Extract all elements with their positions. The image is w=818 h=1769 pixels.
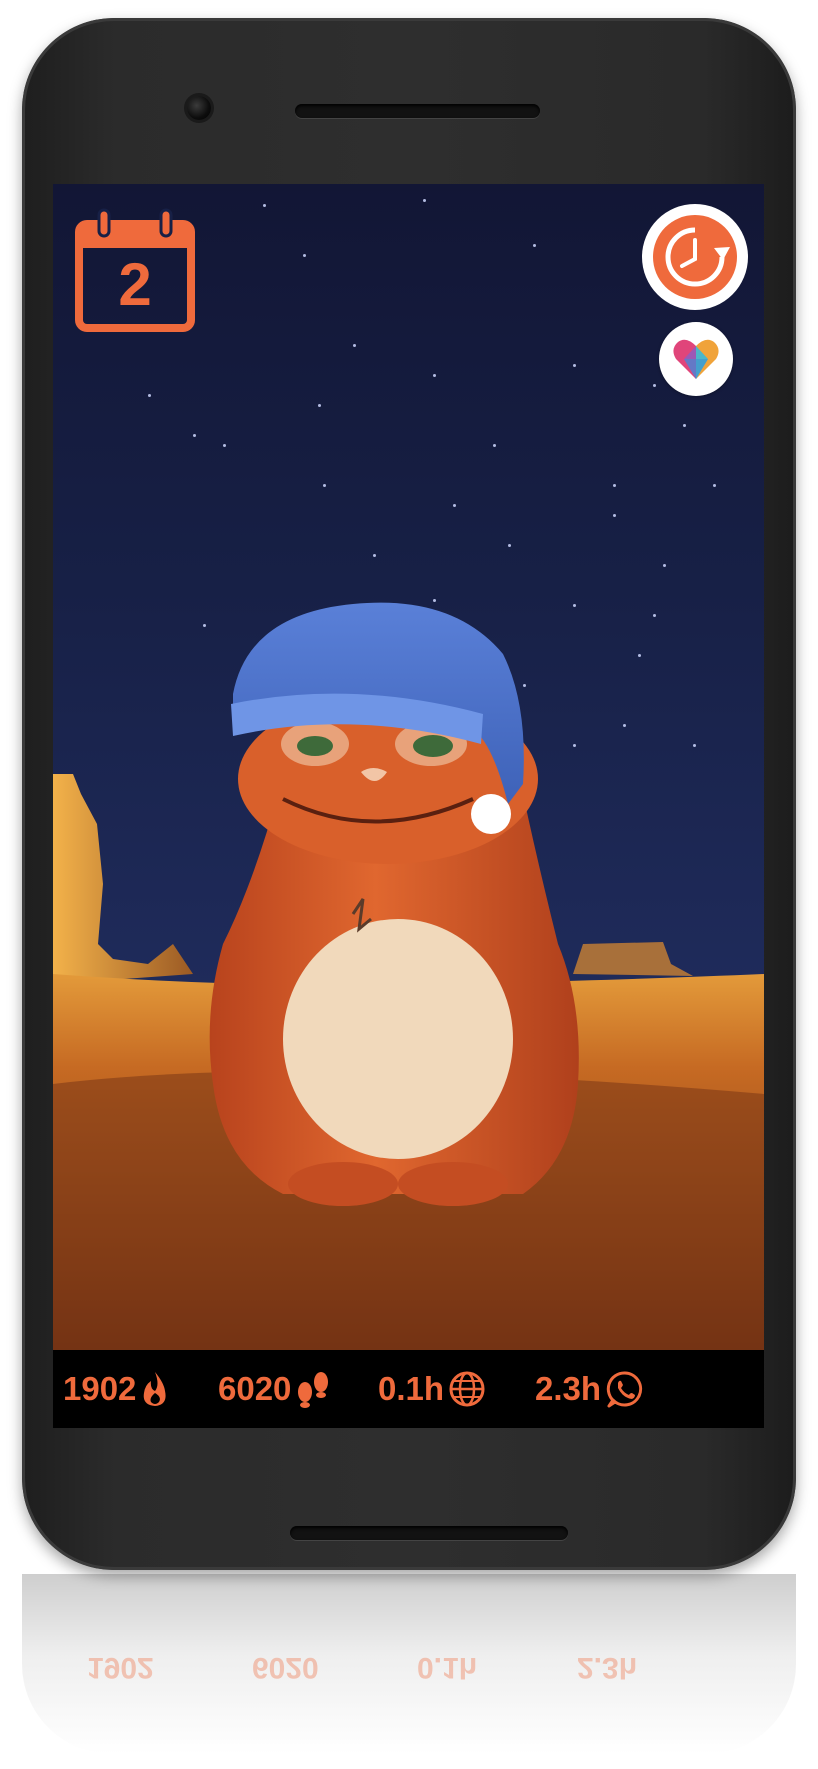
front-camera: [187, 96, 211, 120]
stat-steps[interactable]: 6020: [218, 1350, 331, 1428]
reflected-steps: 6020: [252, 1651, 319, 1684]
health-heart-button[interactable]: [659, 322, 733, 396]
calendar-day-number: 2: [118, 251, 152, 318]
bottom-speaker: [290, 1526, 568, 1540]
reflected-stats: 1902 6020 0.1h 2.3h: [57, 1634, 762, 1694]
heart-icon: [673, 339, 719, 379]
whatsapp-icon: [606, 1371, 643, 1408]
stat-calories[interactable]: 1902: [63, 1350, 170, 1428]
clock-refresh-icon: [653, 215, 737, 299]
browsing-value: 0.1h: [378, 1370, 445, 1407]
messaging-value: 2.3h: [535, 1370, 602, 1407]
globe-icon: [449, 1371, 485, 1407]
calendar-button[interactable]: 2: [75, 208, 195, 332]
stat-messaging[interactable]: 2.3h: [535, 1350, 645, 1428]
flame-icon: [144, 1372, 166, 1406]
stats-bar: 1902 6020 0.1h 2.3h: [53, 1350, 764, 1428]
desert-scene: [53, 602, 764, 1350]
top-speaker: [295, 104, 540, 118]
reflected-calories: 1902: [87, 1651, 154, 1684]
reflected-messaging: 2.3h: [577, 1651, 638, 1684]
phone-reflection: 1902 6020 0.1h 2.3h: [22, 1574, 796, 1754]
steps-value: 6020: [218, 1370, 292, 1407]
reflected-browsing: 0.1h: [417, 1651, 478, 1684]
app-screen: 2 1902 6020 0.1h 2.3h: [53, 184, 764, 1428]
calories-value: 1902: [63, 1370, 137, 1407]
stat-browsing[interactable]: 0.1h: [378, 1350, 486, 1428]
footsteps-icon: [298, 1372, 329, 1408]
history-clock-button[interactable]: [642, 204, 748, 310]
